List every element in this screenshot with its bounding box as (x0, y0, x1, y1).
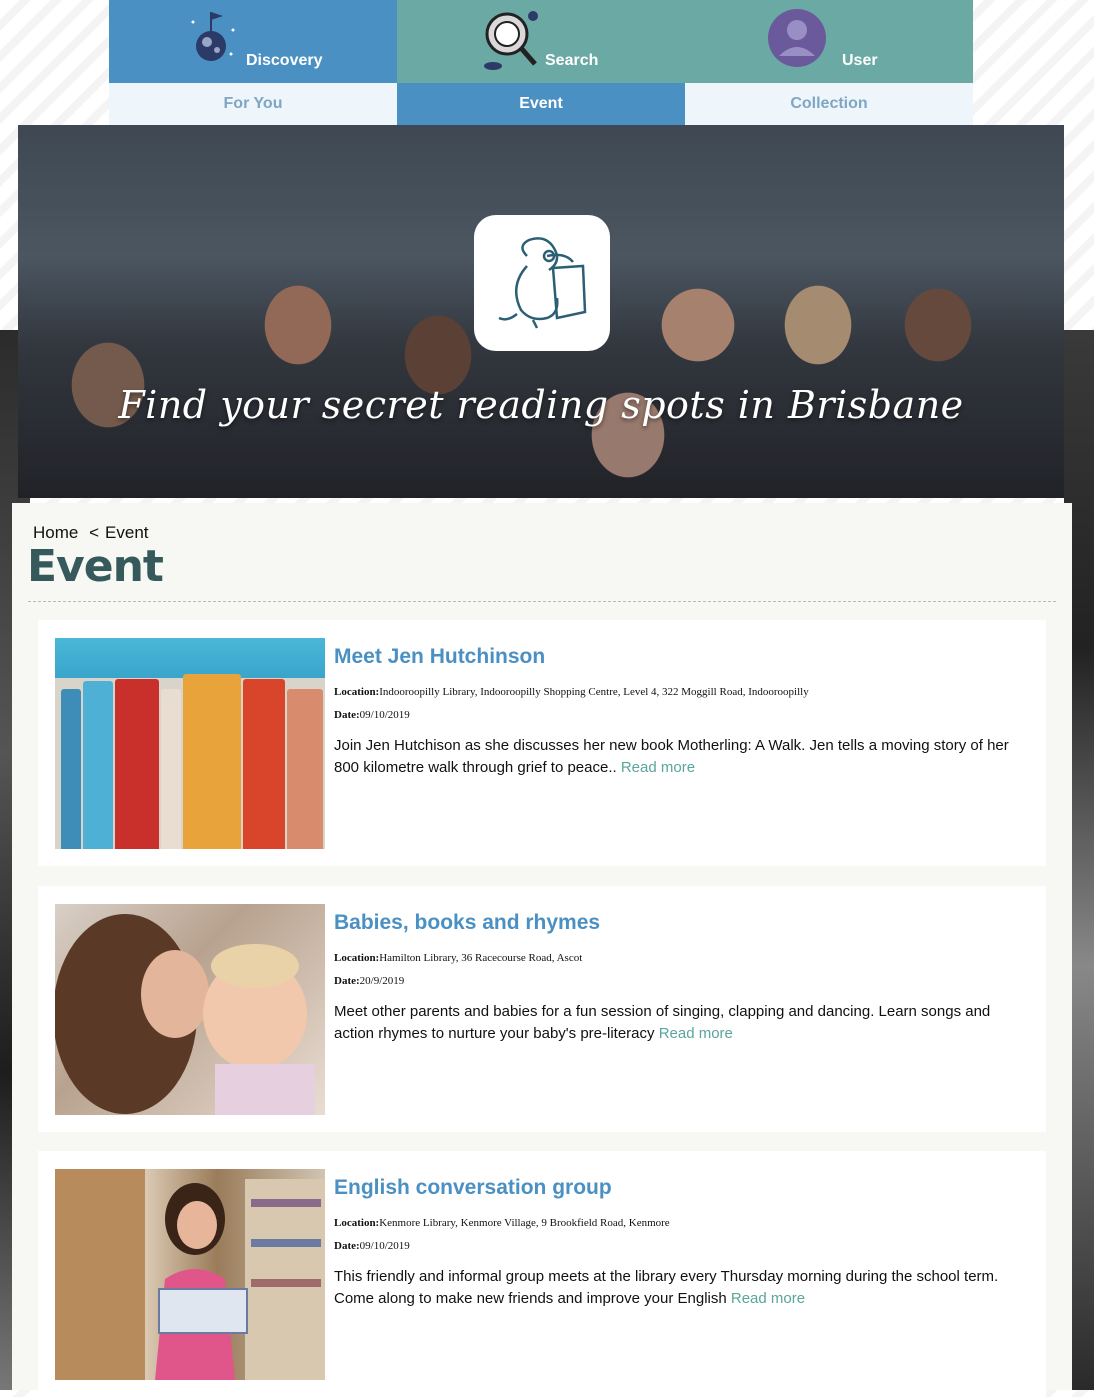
event-date: 20/9/2019 (359, 975, 405, 987)
event-body: Meet Jen Hutchinson Location:Indooroopil… (334, 645, 1034, 779)
event-location: Hamilton Library, 36 Racecourse Road, As… (379, 952, 583, 964)
sub-nav: For You Event Collection (109, 83, 973, 125)
planet-flag-icon (189, 8, 239, 73)
platypus-reading-icon (487, 226, 597, 341)
event-meta: Location:Hamilton Library, 36 Racecourse… (334, 947, 1034, 993)
event-card: Babies, books and rhymes Location:Hamilt… (38, 886, 1046, 1132)
page-title: Event (27, 541, 164, 592)
event-image-mother-baby[interactable] (55, 904, 325, 1115)
breadcrumb: Home < Event (33, 523, 155, 543)
hero-banner: Find your secret reading spots in Brisba… (18, 125, 1064, 498)
divider (28, 601, 1056, 602)
tab-search[interactable]: Search (397, 0, 685, 83)
breadcrumb-separator: < (89, 523, 100, 542)
event-meta: Location:Indooroopilly Library, Indooroo… (334, 681, 1034, 727)
location-label: Location: (334, 686, 380, 698)
tab-search-label: Search (545, 52, 599, 69)
read-more-link[interactable]: Read more (659, 1025, 733, 1042)
user-avatar-icon (767, 8, 827, 73)
read-more-link[interactable]: Read more (621, 759, 695, 776)
breadcrumb-current: Event (105, 523, 149, 542)
hero-tagline: Find your secret reading spots in Brisba… (118, 383, 964, 427)
event-title[interactable]: Meet Jen Hutchinson (334, 645, 1034, 669)
subtab-collection[interactable]: Collection (685, 83, 973, 125)
event-body: Babies, books and rhymes Location:Hamilt… (334, 911, 1034, 1045)
event-date: 09/10/2019 (359, 1240, 410, 1252)
event-description: This friendly and informal group meets a… (334, 1266, 1034, 1310)
date-label: Date: (334, 1240, 360, 1252)
main-content: Home < Event Event Meet Jen Hutchinson Lo… (12, 503, 1072, 1397)
event-image-books[interactable] (55, 638, 325, 849)
app-logo (474, 215, 610, 351)
location-label: Location: (334, 1217, 380, 1229)
top-nav: Discovery Search User (109, 0, 973, 83)
event-description: Meet other parents and babies for a fun … (334, 1001, 1034, 1045)
location-label: Location: (334, 952, 380, 964)
read-more-link[interactable]: Read more (731, 1290, 805, 1307)
event-description-text: This friendly and informal group meets a… (334, 1268, 999, 1307)
subtab-for-you[interactable]: For You (109, 83, 397, 125)
event-title[interactable]: Babies, books and rhymes (334, 911, 1034, 935)
event-card: Meet Jen Hutchinson Location:Indooroopil… (38, 620, 1046, 866)
event-date: 09/10/2019 (359, 709, 410, 721)
tab-user-label: User (842, 52, 878, 69)
tab-discovery-label: Discovery (246, 52, 323, 69)
tab-discovery[interactable]: Discovery (109, 0, 397, 83)
event-description: Join Jen Hutchison as she discusses her … (334, 735, 1034, 779)
event-image-woman-reading[interactable] (55, 1169, 325, 1380)
date-label: Date: (334, 975, 360, 987)
event-body: English conversation group Location:Kenm… (334, 1176, 1034, 1310)
date-label: Date: (334, 709, 360, 721)
event-meta: Location:Kenmore Library, Kenmore Villag… (334, 1212, 1034, 1258)
event-location: Indooroopilly Library, Indooroopilly Sho… (379, 686, 809, 698)
subtab-event[interactable]: Event (397, 83, 685, 125)
breadcrumb-home[interactable]: Home (33, 523, 78, 542)
event-title[interactable]: English conversation group (334, 1176, 1034, 1200)
event-location: Kenmore Library, Kenmore Village, 9 Broo… (379, 1217, 670, 1229)
magnifier-astronaut-icon (481, 8, 551, 79)
tab-user[interactable]: User (685, 0, 973, 83)
event-card: English conversation group Location:Kenm… (38, 1151, 1046, 1397)
